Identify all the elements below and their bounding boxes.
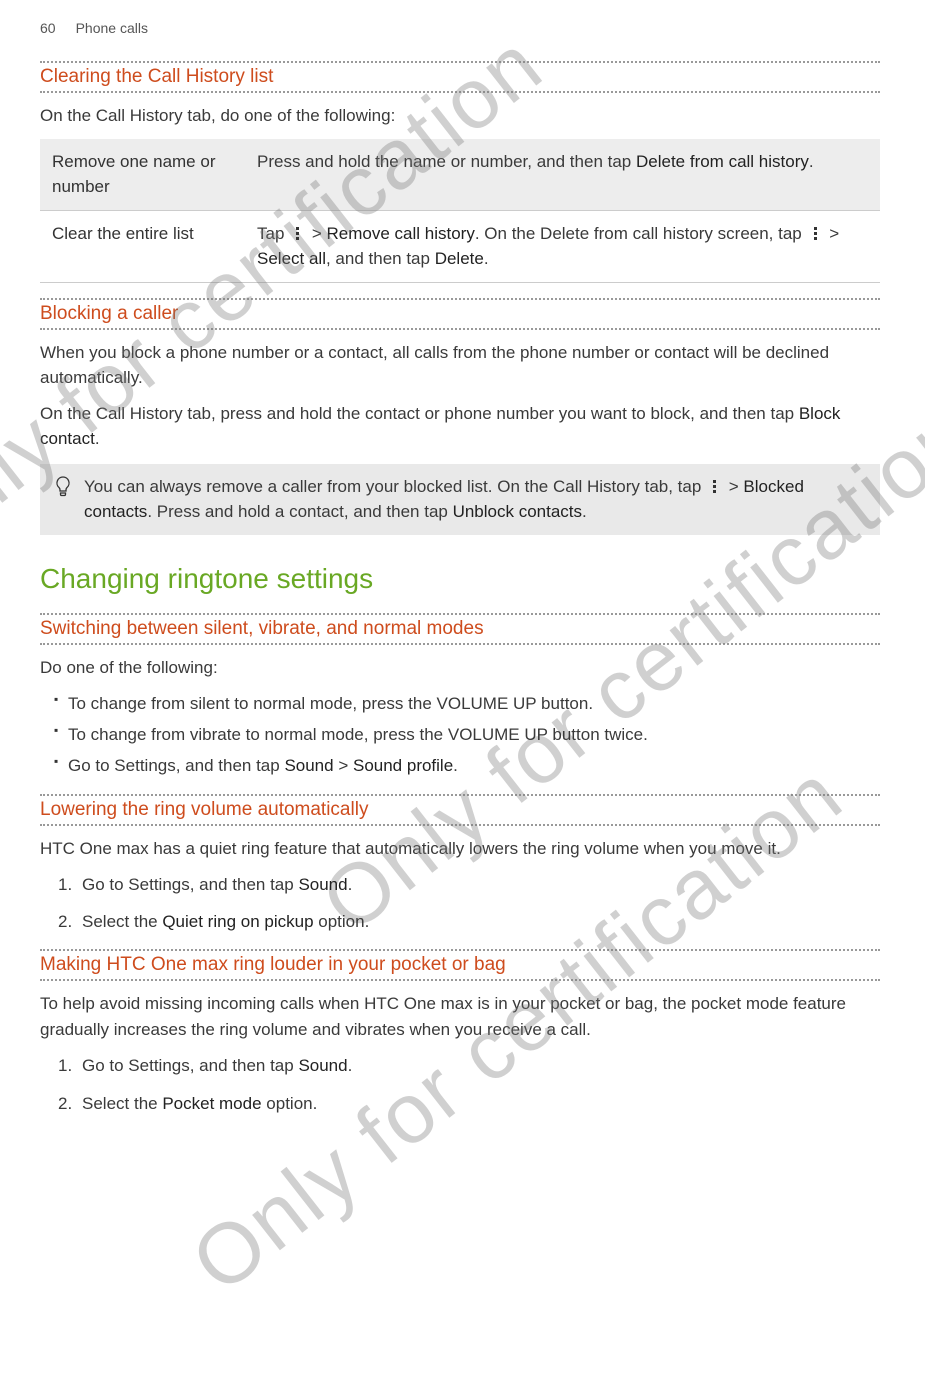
list-item: To change from vibrate to normal mode, p… xyxy=(40,721,880,748)
lightbulb-icon xyxy=(54,476,72,525)
text: . xyxy=(348,875,353,894)
more-icon xyxy=(809,226,823,242)
text: . Press and hold a contact, and then tap xyxy=(147,502,452,521)
text: Press and hold the name or number, and t… xyxy=(257,152,636,171)
list-item: Select the Pocket mode option. xyxy=(40,1090,880,1117)
tip-box: You can always remove a caller from your… xyxy=(40,464,880,535)
bold-text: Sound xyxy=(298,1056,347,1075)
text: Select the xyxy=(82,912,162,931)
bold-text: Remove call history xyxy=(327,224,475,243)
text: > xyxy=(307,224,326,243)
paragraph: When you block a phone number or a conta… xyxy=(40,340,880,391)
list-item: To change from silent to normal mode, pr… xyxy=(40,690,880,717)
bold-text: Delete from call history xyxy=(636,152,809,171)
subheading-switching: Switching between silent, vibrate, and n… xyxy=(40,618,880,640)
bold-text: Sound profile xyxy=(353,756,453,775)
text: . On the Delete from call history screen… xyxy=(475,224,807,243)
text: . xyxy=(95,429,100,448)
divider xyxy=(40,298,880,300)
table-cell: Press and hold the name or number, and t… xyxy=(245,139,880,211)
text: . xyxy=(809,152,814,171)
page-header: 60 Phone calls xyxy=(40,20,880,36)
list-item: Go to Settings, and then tap Sound > Sou… xyxy=(40,752,880,779)
heading-ringtone: Changing ringtone settings xyxy=(40,563,880,595)
text: . xyxy=(453,756,458,775)
list-item: Go to Settings, and then tap Sound. xyxy=(40,871,880,898)
table-row: Remove one name or number Press and hold… xyxy=(40,139,880,211)
text: Go to Settings, and then tap xyxy=(82,875,298,894)
paragraph: On the Call History tab, press and hold … xyxy=(40,401,880,452)
text: On the Call History tab, press and hold … xyxy=(40,404,799,423)
page-number: 60 xyxy=(40,20,56,36)
bold-text: Select all xyxy=(257,249,326,268)
divider xyxy=(40,794,880,796)
bold-text: Sound xyxy=(284,756,333,775)
bold-text: Quiet ring on pickup xyxy=(162,912,313,931)
table-cell: Clear the entire list xyxy=(40,210,245,282)
text: > xyxy=(334,756,353,775)
bold-text: Unblock contacts xyxy=(453,502,582,521)
divider xyxy=(40,643,880,645)
paragraph: To help avoid missing incoming calls whe… xyxy=(40,991,880,1042)
bold-text: Sound xyxy=(298,875,347,894)
bold-text: Pocket mode xyxy=(162,1094,261,1113)
subheading-lowering: Lowering the ring volume automatically xyxy=(40,799,880,821)
divider xyxy=(40,328,880,330)
text: > xyxy=(724,477,743,496)
text: option. xyxy=(262,1094,318,1113)
table-cell: Remove one name or number xyxy=(40,139,245,211)
divider xyxy=(40,824,880,826)
subheading-clearing: Clearing the Call History list xyxy=(40,66,880,88)
text: option. xyxy=(314,912,370,931)
call-history-table: Remove one name or number Press and hold… xyxy=(40,139,880,283)
numbered-list: Go to Settings, and then tap Sound. Sele… xyxy=(40,871,880,935)
bold-text: Delete xyxy=(435,249,484,268)
text: . xyxy=(484,249,489,268)
text: Go to Settings, and then tap xyxy=(82,1056,298,1075)
section-name: Phone calls xyxy=(76,20,148,36)
numbered-list: Go to Settings, and then tap Sound. Sele… xyxy=(40,1052,880,1116)
table-cell: Tap > Remove call history. On the Delete… xyxy=(245,210,880,282)
more-icon xyxy=(291,226,305,242)
subheading-pocket: Making HTC One max ring louder in your p… xyxy=(40,954,880,976)
divider xyxy=(40,61,880,63)
text: . xyxy=(348,1056,353,1075)
list-item: Select the Quiet ring on pickup option. xyxy=(40,908,880,935)
paragraph: On the Call History tab, do one of the f… xyxy=(40,103,880,129)
text: > xyxy=(825,224,840,243)
text: Tap xyxy=(257,224,289,243)
text: Select the xyxy=(82,1094,162,1113)
paragraph: Do one of the following: xyxy=(40,655,880,681)
text: . xyxy=(582,502,587,521)
text: Go to Settings, and then tap xyxy=(68,756,284,775)
text: You can always remove a caller from your… xyxy=(84,477,706,496)
tip-text: You can always remove a caller from your… xyxy=(84,474,866,525)
bullet-list: To change from silent to normal mode, pr… xyxy=(40,690,880,780)
list-item: Go to Settings, and then tap Sound. xyxy=(40,1052,880,1079)
divider xyxy=(40,949,880,951)
divider xyxy=(40,613,880,615)
table-row: Clear the entire list Tap > Remove call … xyxy=(40,210,880,282)
divider xyxy=(40,979,880,981)
subheading-blocking: Blocking a caller xyxy=(40,303,880,325)
divider xyxy=(40,91,880,93)
more-icon xyxy=(708,479,722,495)
text: , and then tap xyxy=(326,249,435,268)
paragraph: HTC One max has a quiet ring feature tha… xyxy=(40,836,880,862)
